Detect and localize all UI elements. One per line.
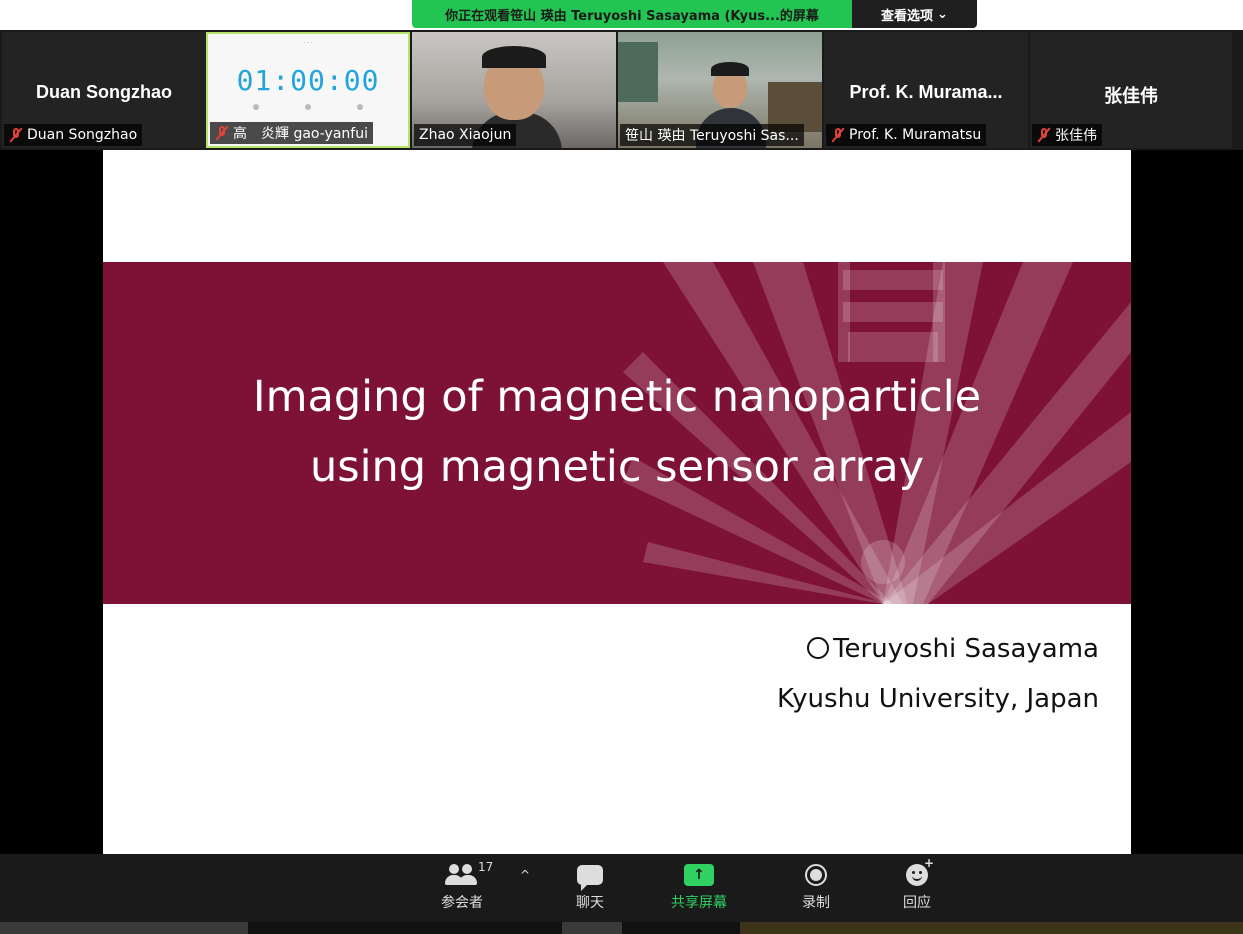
person-hair [711,62,749,76]
screen-share-banner: 你正在观看笹山 瑛由 Teruyoshi Sasayama (Kyus...的屏… [412,0,977,28]
participant-gallery: Duan Songzhao Duan Songzhao · · · 01:00:… [0,30,1243,150]
participant-tile[interactable]: Duan Songzhao Duan Songzhao [2,32,206,148]
presenter-circle-icon [807,637,830,659]
participant-name-tag: Prof. K. Muramatsu [826,124,987,146]
participants-icon [445,862,479,888]
chat-label: 聊天 [576,895,604,911]
mic-muted-icon [215,125,229,141]
participant-name-tag: Zhao Xiaojun [414,124,517,146]
strip-segment [0,922,248,934]
participants-count: 17 [478,860,494,874]
participants-label: 参会者 [441,895,483,911]
reactions-icon: + [906,856,934,886]
participant-display-name: Duan Songzhao [36,82,172,102]
slide-title: Imaging of magnetic nanoparticle using m… [103,362,1131,502]
record-icon [805,864,827,886]
participant-tile-video[interactable]: 笹山 瑛由 Teruyoshi Sas... [618,32,822,148]
bottom-edge-strip [0,922,1243,934]
participant-name-tag: Duan Songzhao [4,124,143,146]
slide-title-band: Imaging of magnetic nanoparticle using m… [103,262,1131,604]
mic-muted-icon [1037,127,1051,143]
strip-segment [740,922,1243,934]
meeting-toolbar: 17 参会者 ^ 聊天 ↑ 共享屏幕 录制 + 回应 [0,854,1243,922]
chat-icon [577,865,603,891]
participant-tile-video[interactable]: Zhao Xiaojun [412,32,616,148]
participant-tag-text: Prof. K. Muramatsu [849,127,982,143]
slide-title-line-2: using magnetic sensor array [309,442,925,492]
reactions-button[interactable]: + 回应 [903,856,934,912]
participant-name-tag: 笹山 瑛由 Teruyoshi Sas... [620,124,804,146]
record-button[interactable]: 录制 [802,860,830,912]
person-hair [482,46,546,68]
slide-author-block: Teruyoshi Sasayama Kyushu University, Ja… [777,624,1099,724]
participant-display-name: Prof. K. Murama... [849,82,1003,102]
mic-muted-icon [9,127,23,143]
reactions-plus-icon: + [923,856,934,870]
participant-name-tag: 高 炎輝 gao-yanfui [210,122,373,144]
slide-affiliation: Kyushu University, Japan [777,684,1099,714]
view-options-label: 查看选项 [881,8,934,24]
timer-readout: 01:00:00 [236,64,380,97]
author-name: Teruyoshi Sasayama [833,634,1099,664]
participant-display-name: 张佳伟 [1104,86,1158,106]
participant-name-tag: 张佳伟 [1032,124,1102,146]
participants-button[interactable]: 17 参会者 [432,860,494,912]
participant-tile-timer[interactable]: · · · 01:00:00 高 炎輝 gao-yanfui [206,32,410,148]
record-label: 录制 [802,895,830,911]
top-banner-area: 你正在观看笹山 瑛由 Teruyoshi Sasayama (Kyus...的屏… [0,0,1243,30]
participant-tile[interactable]: Prof. K. Murama... Prof. K. Muramatsu [824,32,1028,148]
mic-muted-icon [831,127,845,143]
participant-tag-text: Duan Songzhao [27,127,138,143]
timer-controls [253,104,363,110]
participants-options-caret-icon[interactable]: ^ [520,868,530,882]
participant-tag-text: 高 炎輝 gao-yanfui [233,126,368,142]
participant-tag-text: Zhao Xiaojun [419,127,512,143]
view-options-button[interactable]: 查看选项 ⌄ [852,0,977,28]
reactions-label: 回应 [903,895,931,911]
share-screen-icon: ↑ [684,864,714,886]
background-board [618,42,658,102]
share-arrow-icon: ↑ [693,867,705,883]
chat-button[interactable]: 聊天 [576,860,604,912]
participant-tile[interactable]: 张佳伟 张佳伟 [1030,32,1232,148]
shared-screen-slide: Imaging of magnetic nanoparticle using m… [103,150,1131,854]
strip-segment [562,922,622,934]
slide-title-line-1: Imaging of magnetic nanoparticle [252,372,982,422]
slide-author: Teruyoshi Sasayama [777,624,1099,674]
chevron-down-icon: ⌄ [937,6,948,22]
banner-message: 你正在观看笹山 瑛由 Teruyoshi Sasayama (Kyus...的屏… [412,0,852,28]
share-screen-button[interactable]: ↑ 共享屏幕 [671,860,727,912]
participant-tag-text: 笹山 瑛由 Teruyoshi Sas... [625,128,799,144]
share-screen-label: 共享屏幕 [671,895,727,911]
participant-tag-text: 张佳伟 [1055,128,1097,144]
timer-header: · · · [303,40,313,47]
